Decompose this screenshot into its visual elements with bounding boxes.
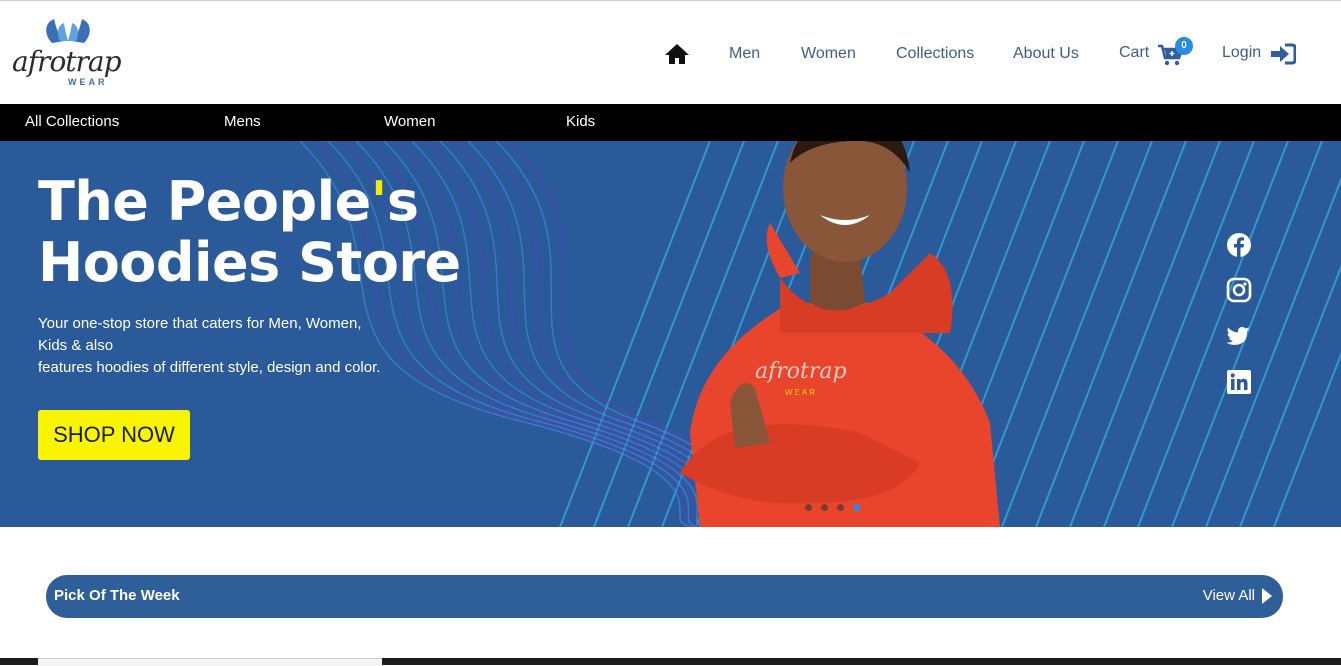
- category-bar: All Collections Mens Women Kids: [0, 104, 1341, 141]
- category-mens[interactable]: Mens: [224, 113, 261, 130]
- hero-title: The People's Hoodies Store: [38, 171, 461, 293]
- brand-logo[interactable]: afrotrap WEAR: [12, 15, 127, 89]
- category-kids[interactable]: Kids: [566, 113, 595, 130]
- hoodie-print-subtext: WEAR: [785, 388, 817, 397]
- login-icon[interactable]: [1270, 43, 1296, 65]
- nav-collections[interactable]: Collections: [896, 45, 974, 63]
- hero-title-apostrophe: ': [370, 170, 388, 233]
- nav-cart-label[interactable]: Cart: [1119, 44, 1149, 62]
- carousel-dot-3[interactable]: [837, 504, 844, 511]
- twitter-icon[interactable]: [1226, 323, 1252, 349]
- hero-desc-line3: features hoodies of different style, des…: [38, 359, 381, 376]
- facebook-icon[interactable]: [1226, 232, 1252, 258]
- hero-title-part2: s: [386, 170, 419, 233]
- logo-wordmark: afrotrap: [12, 45, 122, 78]
- category-all-collections[interactable]: All Collections: [25, 113, 119, 130]
- hoodie-print-text: afrotrap: [755, 359, 847, 384]
- nav-login[interactable]: Login: [1222, 44, 1261, 62]
- hero-title-line2: Hoodies Store: [38, 231, 461, 294]
- logo-subtext: WEAR: [68, 77, 108, 87]
- nav-about-us[interactable]: About Us: [1013, 45, 1079, 63]
- pick-of-the-week-title: Pick Of The Week: [54, 587, 180, 604]
- nav-women[interactable]: Women: [801, 45, 856, 63]
- shop-now-button[interactable]: SHOP NOW: [38, 410, 190, 460]
- hero-model-image: afrotrap WEAR: [680, 141, 1000, 527]
- home-icon[interactable]: [664, 43, 690, 65]
- carousel-dot-4-active[interactable]: [853, 504, 860, 511]
- instagram-icon[interactable]: [1226, 277, 1252, 303]
- cart-count-badge: 0: [1175, 37, 1193, 55]
- pick-of-the-week-bar: Pick Of The Week View All: [46, 575, 1283, 618]
- view-all-link[interactable]: View All: [1203, 587, 1255, 604]
- caret-right-icon[interactable]: [1261, 587, 1273, 605]
- linkedin-icon[interactable]: [1226, 369, 1252, 395]
- carousel-dot-2[interactable]: [821, 504, 828, 511]
- category-women[interactable]: Women: [384, 113, 435, 130]
- nav-men[interactable]: Men: [729, 45, 760, 63]
- hero-title-part1: The People: [38, 170, 371, 233]
- hero-desc-line1: Your one-stop store that caters for Men,…: [38, 315, 362, 332]
- site-header: afrotrap WEAR Men Women Collections Abou…: [0, 1, 1341, 104]
- carousel-dot-1[interactable]: [805, 504, 812, 511]
- hero-desc-line2: Kids & also: [38, 337, 114, 354]
- hero-banner: afrotrap WEAR The People's Hoodies Store…: [0, 141, 1341, 527]
- hero-description: Your one-stop store that caters for Men,…: [38, 313, 418, 379]
